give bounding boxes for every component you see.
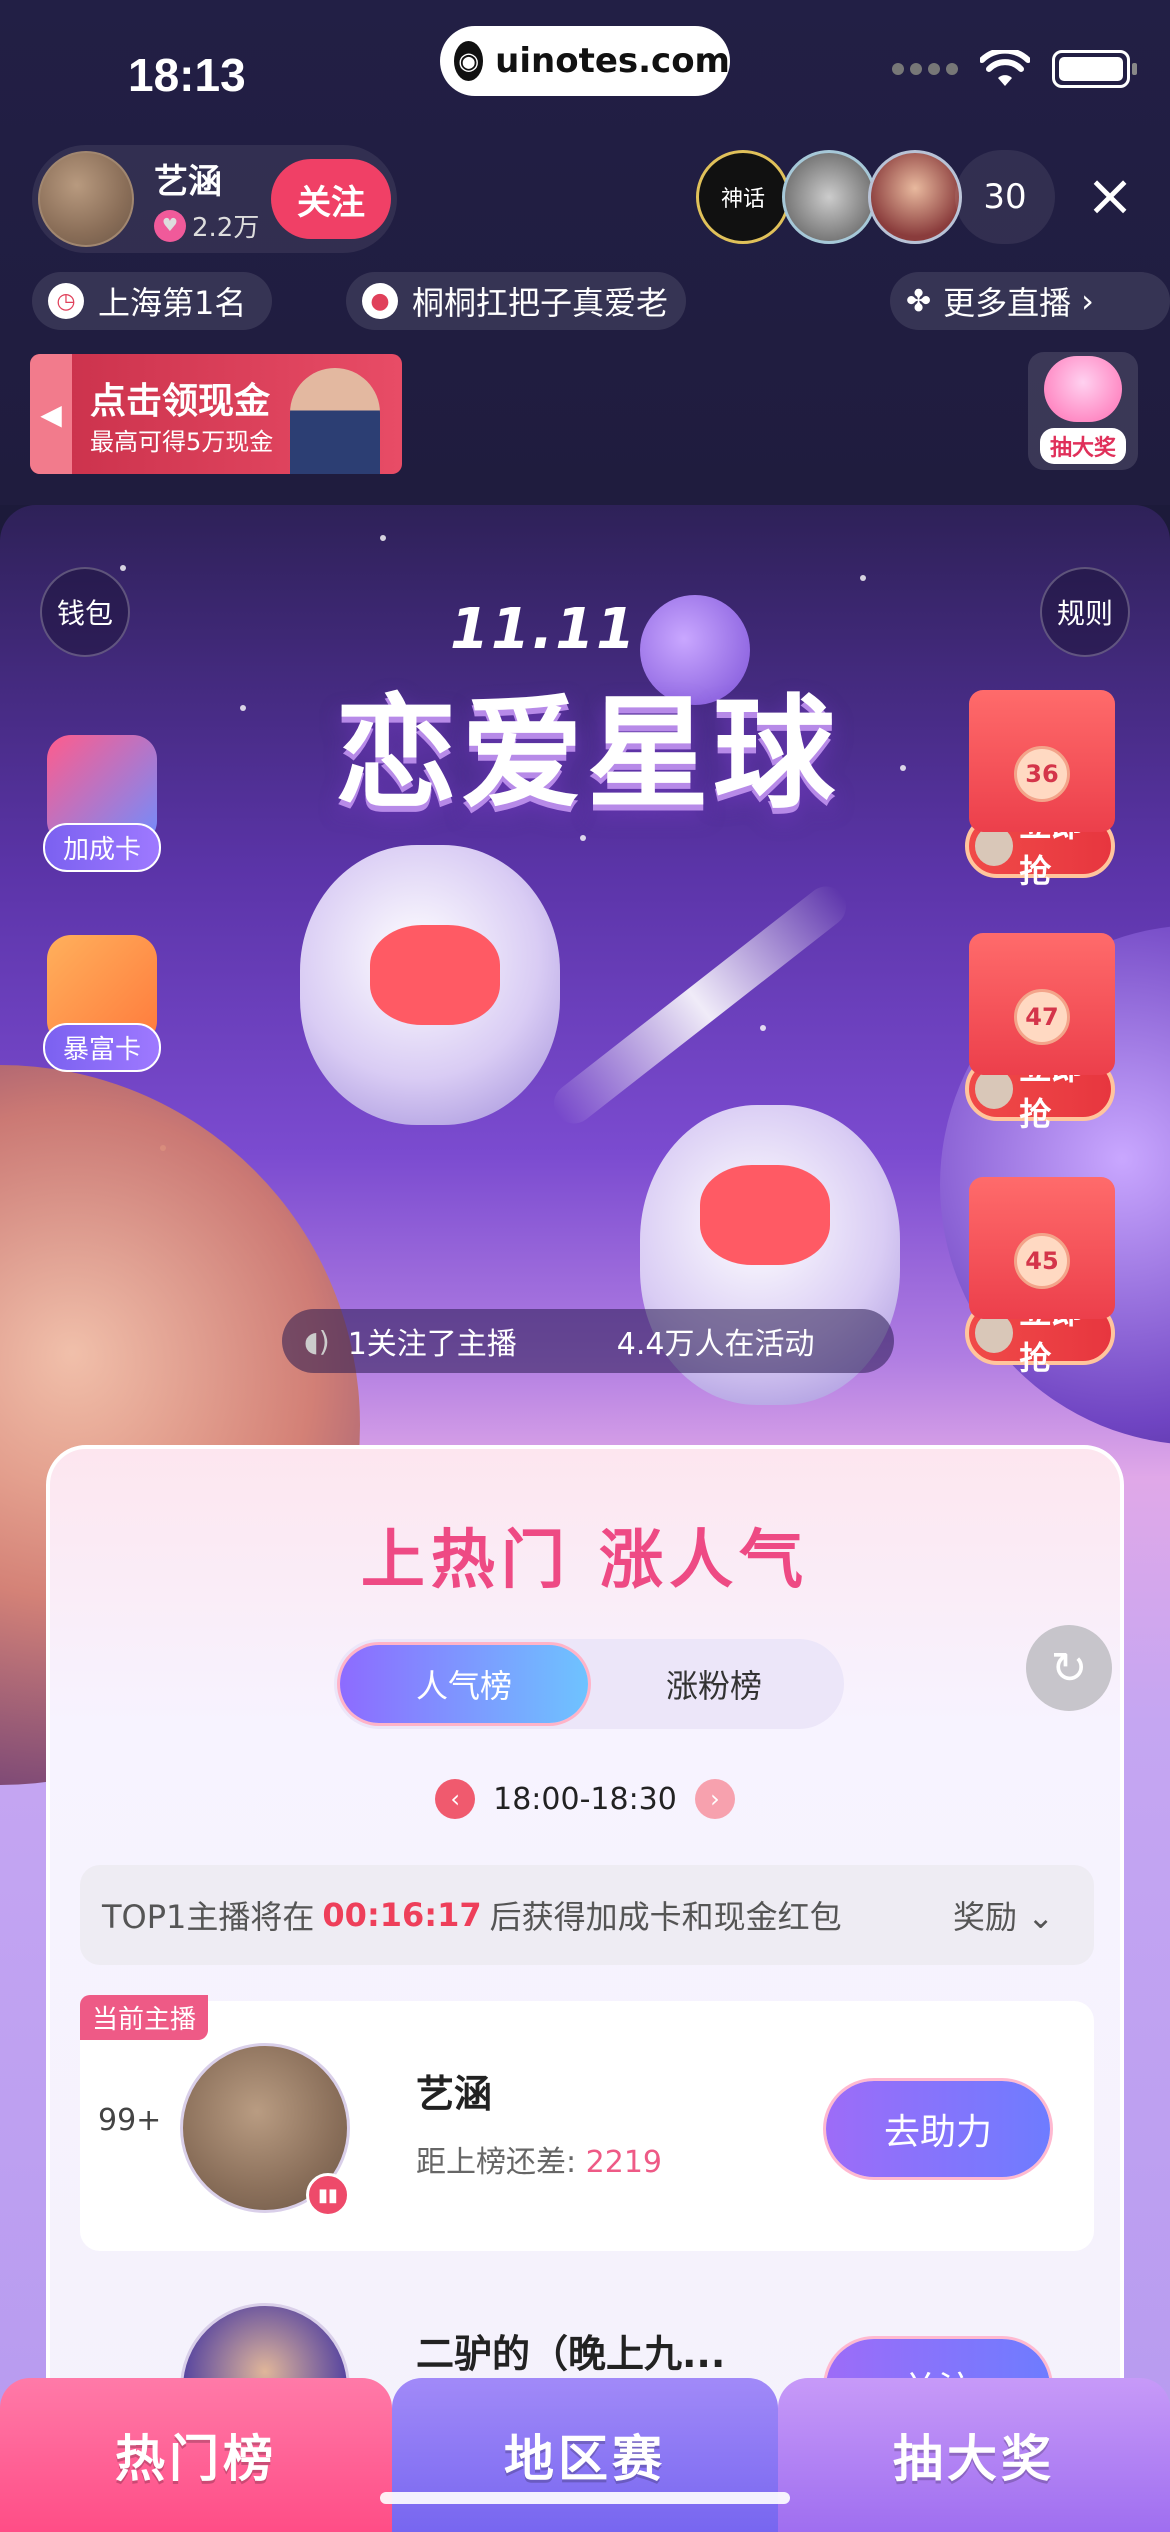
chevron-right-icon: › [1081, 282, 1094, 320]
sender-avatar [975, 1313, 1014, 1353]
ranking-tabs: 人气榜 涨粉榜 [334, 1639, 844, 1729]
fan-chip-label: 桐桐扛把子真爱老 [412, 284, 669, 322]
red-packet-count: 47 [1014, 989, 1070, 1045]
chevron-down-icon: ⌄ [1027, 1898, 1054, 1936]
url-pill[interactable]: ◉ uinotes.com [440, 26, 730, 96]
event-date: 11.11 [450, 597, 638, 662]
rich-card-label: 暴富卡 [42, 1023, 161, 1072]
chevron-left-icon[interactable]: ◀ [30, 354, 72, 474]
rank-chip-label: 上海第1名 [98, 284, 247, 322]
rewards-dropdown[interactable]: 奖励 ⌄ [953, 1892, 1054, 1938]
battery-icon [1052, 50, 1137, 88]
host-likes-count: 2.2万 [192, 213, 260, 243]
home-indicator[interactable] [380, 2492, 790, 2504]
gap-label: 距上榜还差: [416, 2145, 586, 2180]
row-host-name: 二驴的（晚上九... [416, 2332, 726, 2376]
rules-button[interactable]: 规则 [1040, 567, 1130, 657]
reward-notice: TOP1主播将在 00:16:17 后获得加成卡和现金红包 奖励 ⌄ [80, 1865, 1094, 1965]
time-selector: ‹ 18:00-18:30 › [50, 1779, 1120, 1819]
follow-button[interactable]: 关注 [271, 159, 391, 239]
more-live-chip[interactable]: ✤ 更多直播 › [890, 272, 1170, 330]
rewards-label: 奖励 [953, 1898, 1018, 1936]
host-likes: ♥ 2.2万 [154, 207, 259, 244]
tab-region-contest[interactable]: 地区赛 [392, 2378, 778, 2532]
red-envelope-icon: 47 [969, 933, 1115, 1075]
prev-period-icon[interactable]: ‹ [435, 1779, 476, 1819]
lottery-widget[interactable]: 抽大奖 [1028, 352, 1138, 470]
grid-icon: ✤ [906, 283, 932, 319]
cash-banner-subtitle: 最高可得5万现金 [90, 428, 274, 456]
status-icons [892, 50, 1137, 88]
tab-lottery[interactable]: 抽大奖 [778, 2378, 1170, 2532]
red-packet[interactable]: 47 立即抢 [965, 933, 1115, 1133]
refresh-icon[interactable]: ↻ [1026, 1625, 1112, 1711]
signal-icon [892, 63, 958, 75]
host-name: 艺涵 [154, 162, 222, 202]
close-icon[interactable]: × [1080, 165, 1140, 225]
boost-card-button[interactable]: 加成卡 [38, 735, 166, 872]
notice-prefix: TOP1主播将在 [102, 1898, 315, 1936]
gap-value: 2219 [585, 2145, 663, 2180]
row-gap: 距上榜还差: 2219 [416, 2137, 662, 2181]
boost-host-button[interactable]: 去助力 [826, 2081, 1050, 2177]
red-envelope-icon: 36 [969, 690, 1115, 832]
host-card[interactable]: 艺涵 ♥ 2.2万 关注 [32, 145, 397, 253]
astronaut-illustration [300, 845, 560, 1125]
more-live-label: 更多直播 [943, 284, 1072, 322]
heart-icon: ♥ [154, 209, 186, 242]
live-bars-icon: ▮▮ [306, 2173, 350, 2217]
next-period-icon[interactable]: › [694, 1779, 735, 1819]
uinotes-logo-icon: ◉ [454, 41, 484, 81]
time-range: 18:00-18:30 [493, 1781, 677, 1817]
cash-banner-title: 点击领现金 [90, 381, 271, 422]
tab-hot-ranking[interactable]: 热门榜 [0, 2378, 392, 2532]
viewer-avatar[interactable] [868, 150, 962, 244]
notice-suffix: 后获得加成卡和现金红包 [489, 1898, 842, 1936]
live-header: 18:13 ◉ uinotes.com 艺涵 ♥ 2.2万 关注 神话 30 ×… [0, 0, 1170, 505]
sender-avatar [975, 826, 1014, 866]
rank-chip[interactable]: ◷ 上海第1名 [32, 272, 272, 330]
cash-banner-person-image [290, 368, 380, 474]
event-title: 恋爱星球 [335, 683, 839, 825]
cash-banner[interactable]: ◀ 点击领现金 最高可得5万现金 [30, 354, 402, 474]
flame-icon: ● [362, 283, 398, 319]
current-host-tag: 当前主播 [80, 1995, 209, 2040]
viewer-avatar[interactable] [782, 150, 876, 244]
rich-card-button[interactable]: 暴富卡 [38, 935, 166, 1072]
red-envelope-icon: 45 [969, 1177, 1115, 1319]
viewer-avatars[interactable]: 神话 [696, 150, 962, 244]
viewer-avatar[interactable]: 神话 [696, 150, 790, 244]
wallet-button[interactable]: 钱包 [40, 567, 130, 657]
red-packet-count: 36 [1014, 746, 1070, 802]
fan-chip[interactable]: ● 桐桐扛把子真爱老 [346, 272, 686, 330]
tab-popularity[interactable]: 人气榜 [340, 1645, 588, 1723]
ranking-card: 上热门 涨人气 人气榜 涨粉榜 ↻ ‹ 18:00-18:30 › TOP1主播… [46, 1445, 1124, 2532]
sender-avatar [975, 1069, 1014, 1109]
host-avatar[interactable] [38, 151, 134, 247]
viewer-count[interactable]: 30 [955, 150, 1055, 244]
bottom-tab-bar: 热门榜 地区赛 抽大奖 [0, 2378, 1170, 2532]
wifi-icon [980, 50, 1030, 86]
status-time: 18:13 [128, 49, 246, 101]
url-text: uinotes.com [495, 41, 730, 81]
tab-fans[interactable]: 涨粉榜 [590, 1645, 838, 1723]
ticker-message: 1关注了主播 [347, 1327, 517, 1362]
table-row[interactable]: 当前主播 99+ ▮▮ 艺涵 距上榜还差: 2219 去助力 [80, 1995, 1094, 2251]
countdown: 00:16:17 [322, 1896, 482, 1934]
row-host-name: 艺涵 [416, 2072, 493, 2116]
ranking-title: 上热门 涨人气 [360, 1524, 810, 1598]
boost-card-label: 加成卡 [42, 823, 161, 872]
clock-icon: ◷ [48, 283, 84, 319]
red-packet[interactable]: 45 立即抢 [965, 1177, 1115, 1377]
red-packet-count: 45 [1014, 1233, 1070, 1289]
rank-number: 99+ [98, 2103, 162, 2138]
speaker-icon: ◖) [304, 1324, 330, 1358]
activity-ticker: ◖) 1关注了主播 4.4万人在活动 [282, 1309, 894, 1373]
red-packet[interactable]: 36 立即抢 [965, 690, 1115, 890]
activity-panel: 钱包 规则 11.11 恋爱星球 加成卡 暴富卡 36 立即抢 47 立即抢 4… [0, 505, 1170, 2532]
ticker-message: 4.4万人在活动 [616, 1327, 815, 1362]
lottery-widget-label: 抽大奖 [1039, 428, 1126, 464]
lottery-ball-icon [1044, 356, 1122, 422]
